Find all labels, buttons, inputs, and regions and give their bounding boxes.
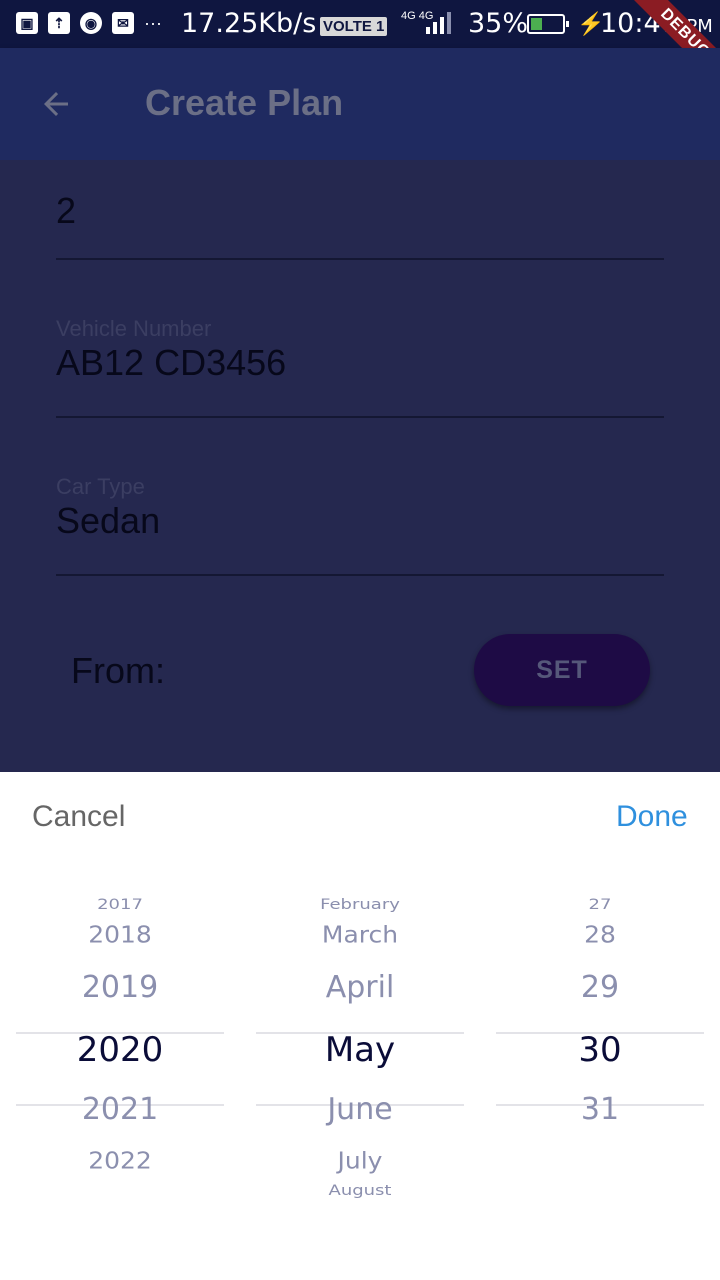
status-bar: ▣ ⇡ ◉ ✉ ··· 17.25Kb/s VOLTE 1 4G 4G 35% … — [0, 0, 720, 96]
plan-form: 2 Vehicle Number AB12 CD3456 Car Type Se… — [0, 160, 720, 772]
signal-icon — [426, 12, 451, 34]
year-option[interactable]: 2021 — [16, 1092, 224, 1127]
battery-icon — [527, 14, 569, 34]
more-notifications-icon: ··· — [144, 13, 162, 33]
gallery-icon: ▣ — [16, 12, 38, 34]
app-bar: Create Plan — [0, 48, 720, 160]
vehicle-number-label: Vehicle Number — [56, 316, 212, 341]
mail-icon: ✉ — [112, 12, 134, 34]
month-option[interactable]: March — [256, 921, 464, 948]
month-option[interactable]: February — [256, 896, 464, 913]
month-option[interactable]: June — [256, 1092, 464, 1127]
day-wheel[interactable]: 27 28 29 30 31 — [496, 892, 704, 1252]
year-option[interactable]: 2018 — [16, 921, 224, 948]
cancel-button[interactable]: Cancel — [32, 800, 125, 834]
year-option[interactable]: 2020 — [16, 1030, 224, 1070]
month-wheel[interactable]: February March April May June July August — [256, 892, 464, 1252]
year-option[interactable]: 2017 — [16, 896, 224, 913]
day-option[interactable]: 28 — [496, 921, 704, 948]
month-option[interactable]: July — [256, 1147, 464, 1174]
car-type-field[interactable]: Car Type Sedan — [56, 474, 664, 576]
year-option[interactable]: 2019 — [16, 970, 224, 1005]
page-title: Create Plan — [145, 82, 344, 123]
year-option[interactable]: 2022 — [16, 1147, 224, 1174]
vehicle-number-field[interactable]: Vehicle Number AB12 CD3456 — [56, 316, 664, 418]
day-option[interactable]: 27 — [496, 896, 704, 913]
set-button[interactable]: SET — [474, 634, 650, 706]
volte-badge: VOLTE 1 — [320, 17, 388, 36]
day-option[interactable]: 30 — [496, 1030, 704, 1070]
day-option[interactable]: 31 — [496, 1092, 704, 1127]
back-button[interactable] — [28, 80, 84, 128]
network-speed: 17.25Kb/s — [181, 8, 317, 39]
month-option[interactable]: May — [256, 1030, 464, 1070]
vehicle-number-value: AB12 CD3456 — [56, 342, 287, 383]
day-option[interactable]: 29 — [496, 970, 704, 1005]
arrow-left-icon — [44, 92, 68, 116]
month-option[interactable]: August — [256, 1182, 464, 1199]
field-count-value: 2 — [56, 190, 77, 231]
car-type-value: Sedan — [56, 500, 161, 541]
done-button[interactable]: Done — [616, 800, 688, 834]
notification-icons: ▣ ⇡ ◉ ✉ ··· — [16, 12, 162, 34]
battery-percent: 35% — [468, 8, 529, 39]
field-count[interactable]: 2 — [56, 190, 664, 260]
year-wheel[interactable]: 2017 2018 2019 2020 2021 2022 — [16, 892, 224, 1252]
battery-fill — [531, 18, 542, 30]
usb-icon: ⇡ — [48, 12, 70, 34]
android-icon: ◉ — [80, 12, 102, 34]
car-type-label: Car Type — [56, 474, 145, 499]
month-option[interactable]: April — [256, 970, 464, 1005]
from-label: From: — [71, 650, 165, 691]
date-picker-sheet: Cancel Done 2017 2018 2019 2020 2021 2022 Feb… — [0, 772, 720, 1280]
